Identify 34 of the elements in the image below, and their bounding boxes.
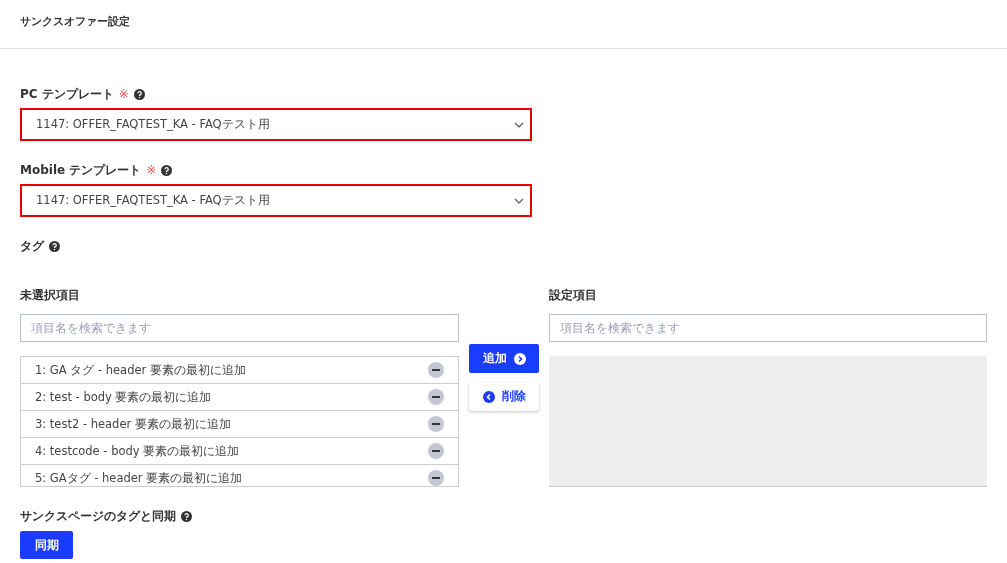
list-item[interactable]: 3: test2 - header 要素の最初に追加 — [21, 411, 458, 438]
list-item[interactable]: 2: test - body 要素の最初に追加 — [21, 384, 458, 411]
sync-button[interactable]: 同期 — [20, 531, 73, 559]
list-item[interactable]: 1: GA タグ - header 要素の最初に追加 — [21, 357, 458, 384]
help-icon — [161, 165, 173, 176]
field-label: サンクスページのタグと同期 — [20, 509, 176, 524]
help-icon — [133, 89, 145, 100]
minus-icon[interactable] — [427, 443, 444, 459]
chevron-right-icon — [513, 352, 526, 365]
field-label: PC テンプレート — [20, 87, 114, 102]
add-button[interactable]: 追加 — [468, 344, 540, 373]
chevron-down-icon — [514, 121, 524, 128]
field-label: Mobile テンプレート — [20, 163, 142, 178]
field-label: 設定項目 — [549, 288, 598, 303]
remove-button[interactable]: 削除 — [468, 382, 540, 411]
field-label: 未選択項目 — [20, 288, 80, 303]
field-label: タグ — [20, 239, 44, 254]
page-title: サンクスオファー設定 — [20, 15, 130, 27]
minus-icon[interactable] — [427, 362, 444, 378]
list-item[interactable]: 5: GAタグ - header 要素の最初に追加 — [21, 465, 458, 486]
template-select[interactable]: 1147: OFFER_FAQTEST_KA - FAQテスト用 — [20, 184, 532, 217]
search-field[interactable]: 項目名を検索できます — [20, 314, 459, 342]
minus-icon[interactable] — [427, 389, 444, 405]
required-mark: ※ — [146, 163, 157, 178]
required-mark: ※ — [118, 87, 129, 102]
template-select[interactable]: 1147: OFFER_FAQTEST_KA - FAQテスト用 — [20, 108, 532, 141]
list-item[interactable]: 4: testcode - body 要素の最初に追加 — [21, 438, 458, 465]
chevron-down-icon — [514, 197, 524, 204]
search-field[interactable]: 項目名を検索できます — [549, 314, 987, 342]
help-icon — [181, 511, 192, 522]
minus-icon[interactable] — [427, 416, 444, 432]
minus-icon[interactable] — [427, 470, 444, 486]
chevron-left-icon — [482, 390, 495, 403]
help-icon — [49, 241, 60, 252]
